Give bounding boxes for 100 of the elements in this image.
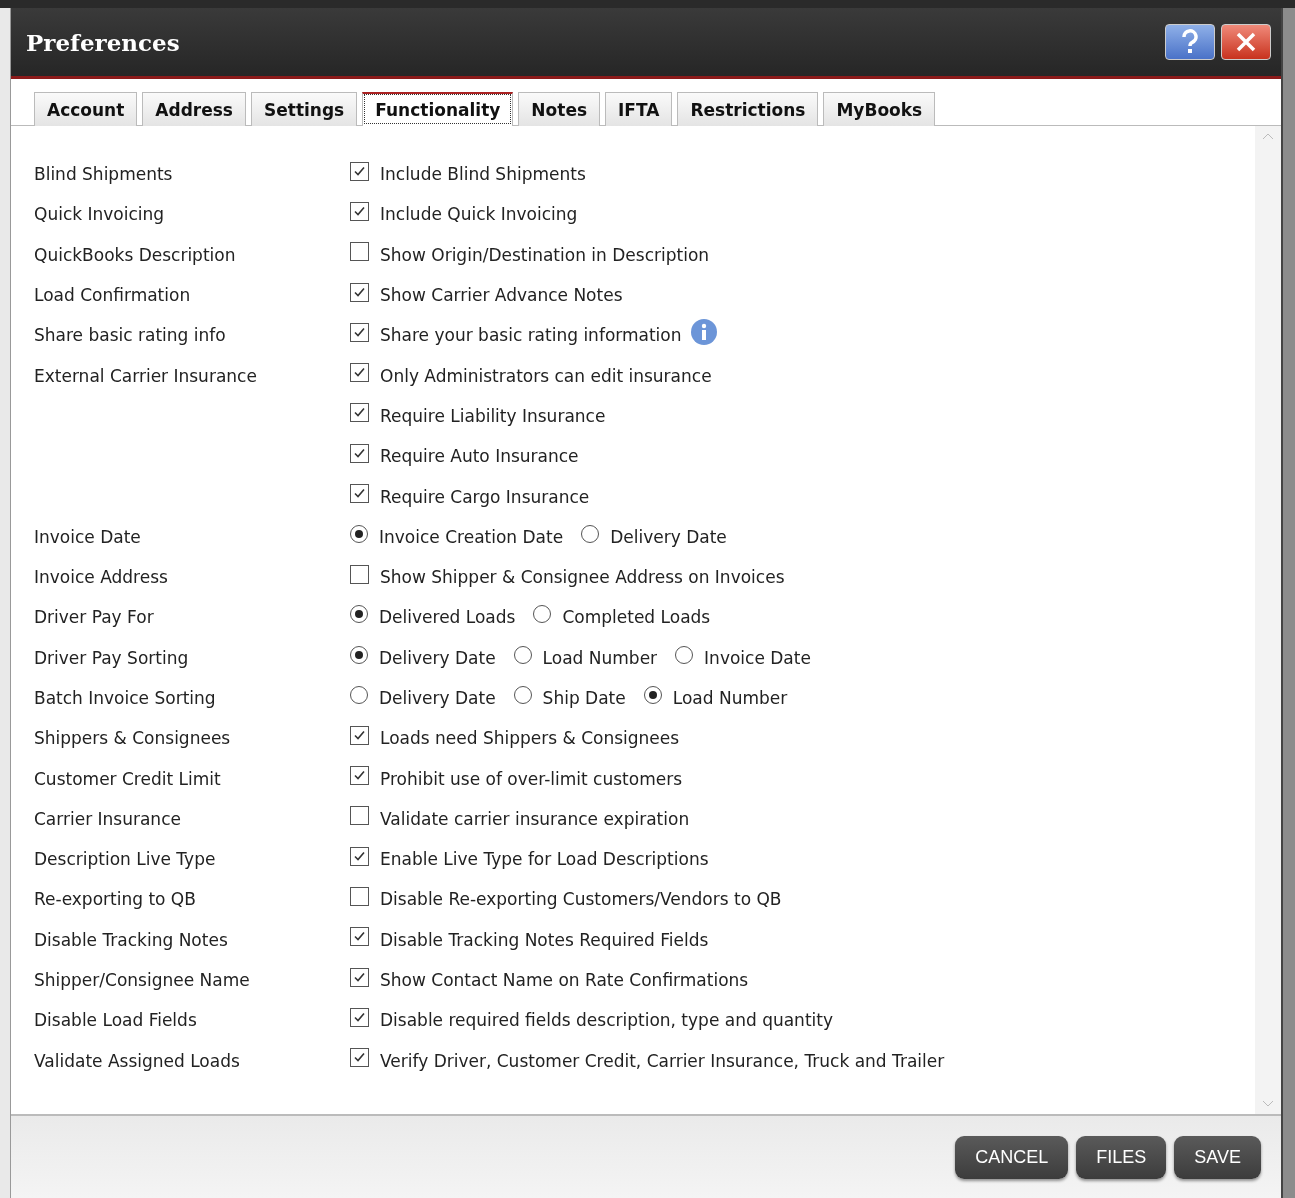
footer-button[interactable]: FILES — [1076, 1135, 1167, 1179]
setting-label: Shippers & Consignees — [34, 728, 232, 749]
tab[interactable]: MyBooks — [823, 92, 936, 126]
checkbox[interactable] — [350, 161, 369, 181]
check-icon — [353, 285, 366, 299]
radio-button[interactable] — [643, 686, 662, 704]
checkbox-label: Require Cargo Insurance — [380, 486, 590, 507]
setting-label: Customer Credit Limit — [34, 768, 222, 789]
checkbox-label: Include Blind Shipments — [380, 164, 586, 185]
checkbox-label: Prohibit use of over-limit customers — [380, 768, 682, 789]
setting-label: Batch Invoice Sorting — [34, 688, 217, 708]
radio-label: Delivery Date — [379, 647, 496, 668]
check-icon — [353, 325, 366, 339]
radio-button[interactable] — [350, 524, 368, 543]
radio-label: Invoice Creation Date — [379, 526, 564, 547]
setting-label: Carrier Insurance — [34, 808, 182, 829]
checkbox[interactable] — [350, 242, 369, 262]
checkbox-label: Share your basic rating information — [380, 325, 682, 346]
tab[interactable]: Settings — [251, 92, 358, 126]
checkbox-label: Show Carrier Advance Notes — [380, 285, 623, 306]
tab[interactable]: IFTA — [605, 92, 673, 126]
checkbox[interactable] — [350, 363, 369, 383]
radio-label: Delivery Date — [610, 526, 727, 547]
tab[interactable]: Account — [34, 92, 138, 126]
checkbox[interactable] — [350, 967, 369, 987]
check-icon — [353, 970, 366, 984]
radio-button[interactable] — [675, 645, 694, 664]
info-icon[interactable] — [689, 318, 718, 347]
checkbox-label: Include Quick Invoicing — [380, 204, 578, 225]
setting-label: Description Live Type — [34, 849, 217, 870]
setting-label: Disable Tracking Notes — [34, 929, 229, 950]
checkbox[interactable] — [350, 403, 369, 423]
check-icon — [353, 204, 366, 218]
checkbox[interactable] — [350, 806, 369, 826]
checkbox[interactable] — [350, 927, 369, 947]
setting-label: Invoice Address — [34, 567, 169, 588]
help-button[interactable] — [1165, 24, 1215, 60]
radio-button[interactable] — [350, 605, 368, 624]
setting-label: QuickBooks Description — [34, 244, 237, 265]
radio-button[interactable] — [581, 524, 600, 543]
checkbox-label: Only Administrators can edit insurance — [380, 365, 712, 386]
checkbox[interactable] — [350, 322, 369, 342]
tab[interactable]: Address — [142, 92, 246, 126]
setting-label: Driver Pay For — [34, 607, 155, 628]
checkbox-label: Require Liability Insurance — [380, 405, 606, 426]
checkbox[interactable] — [350, 725, 369, 745]
checkbox[interactable] — [350, 887, 369, 906]
radio-button[interactable] — [533, 605, 552, 624]
checkbox-label: Show Shipper & Consignee Address on Invoices — [380, 567, 785, 588]
radio-button[interactable] — [350, 645, 368, 664]
checkbox[interactable] — [350, 846, 369, 866]
check-icon — [353, 849, 366, 863]
setting-label: Re-exporting to QB — [34, 889, 197, 910]
tab[interactable]: Functionality — [362, 92, 514, 126]
radio-label: Load Number — [542, 647, 658, 668]
check-icon — [353, 446, 366, 460]
setting-label: Driver Pay Sorting — [34, 647, 190, 668]
checkbox-label: Disable Tracking Notes Required Fields — [380, 929, 709, 950]
radio-button[interactable] — [513, 645, 532, 664]
checkbox[interactable] — [350, 443, 369, 463]
radio-label: Completed Loads — [562, 607, 711, 628]
checkbox[interactable] — [350, 484, 369, 503]
footer-button[interactable]: SAVE — [1174, 1135, 1261, 1179]
checkbox[interactable] — [350, 766, 369, 786]
checkbox[interactable] — [350, 564, 369, 584]
window-title: Preferences — [26, 28, 181, 56]
check-icon — [353, 728, 366, 742]
radio-label: Ship Date — [542, 688, 626, 708]
checkbox-label: Show Contact Name on Rate Confirmations — [380, 970, 749, 991]
checkbox[interactable] — [350, 1007, 369, 1027]
checkbox[interactable] — [350, 1048, 369, 1068]
setting-label: Shipper/Consignee Name — [34, 970, 251, 991]
check-icon — [353, 487, 366, 500]
help-icon — [1180, 29, 1200, 55]
check-icon — [353, 164, 366, 178]
footer-button[interactable]: CANCEL — [955, 1135, 1069, 1179]
checkbox[interactable] — [350, 201, 369, 221]
checkbox[interactable] — [350, 282, 369, 302]
radio-label: Delivery Date — [379, 688, 496, 708]
tab[interactable]: Notes — [518, 92, 601, 126]
setting-label: Quick Invoicing — [34, 204, 166, 225]
close-button[interactable] — [1221, 24, 1271, 60]
setting-label: Disable Load Fields — [34, 1010, 198, 1031]
setting-label: External Carrier Insurance — [34, 365, 258, 386]
tab[interactable]: Restrictions — [677, 92, 819, 126]
check-icon — [353, 1010, 366, 1024]
setting-label: Share basic rating info — [34, 325, 227, 346]
checkbox-label: Enable Live Type for Load Descriptions — [380, 849, 709, 870]
radio-button[interactable] — [350, 686, 368, 704]
checkbox-label: Disable required fields description, type and quantity — [380, 1010, 833, 1031]
radio-button[interactable] — [513, 686, 532, 704]
close-icon — [1235, 31, 1257, 53]
setting-label: Blind Shipments — [34, 164, 174, 185]
checkbox-label: Show Origin/Destination in Description — [380, 244, 710, 265]
setting-label: Invoice Date — [34, 526, 142, 547]
setting-label: Validate Assigned Loads — [34, 1050, 241, 1071]
checkbox-label: Disable Re-exporting Customers/Vendors to QB — [380, 889, 782, 910]
checkbox-label: Verify Driver, Customer Credit, Carrier Insurance, Truck and Trailer — [380, 1050, 945, 1071]
setting-label: Load Confirmation — [34, 285, 192, 306]
radio-label: Delivered Loads — [379, 607, 516, 628]
